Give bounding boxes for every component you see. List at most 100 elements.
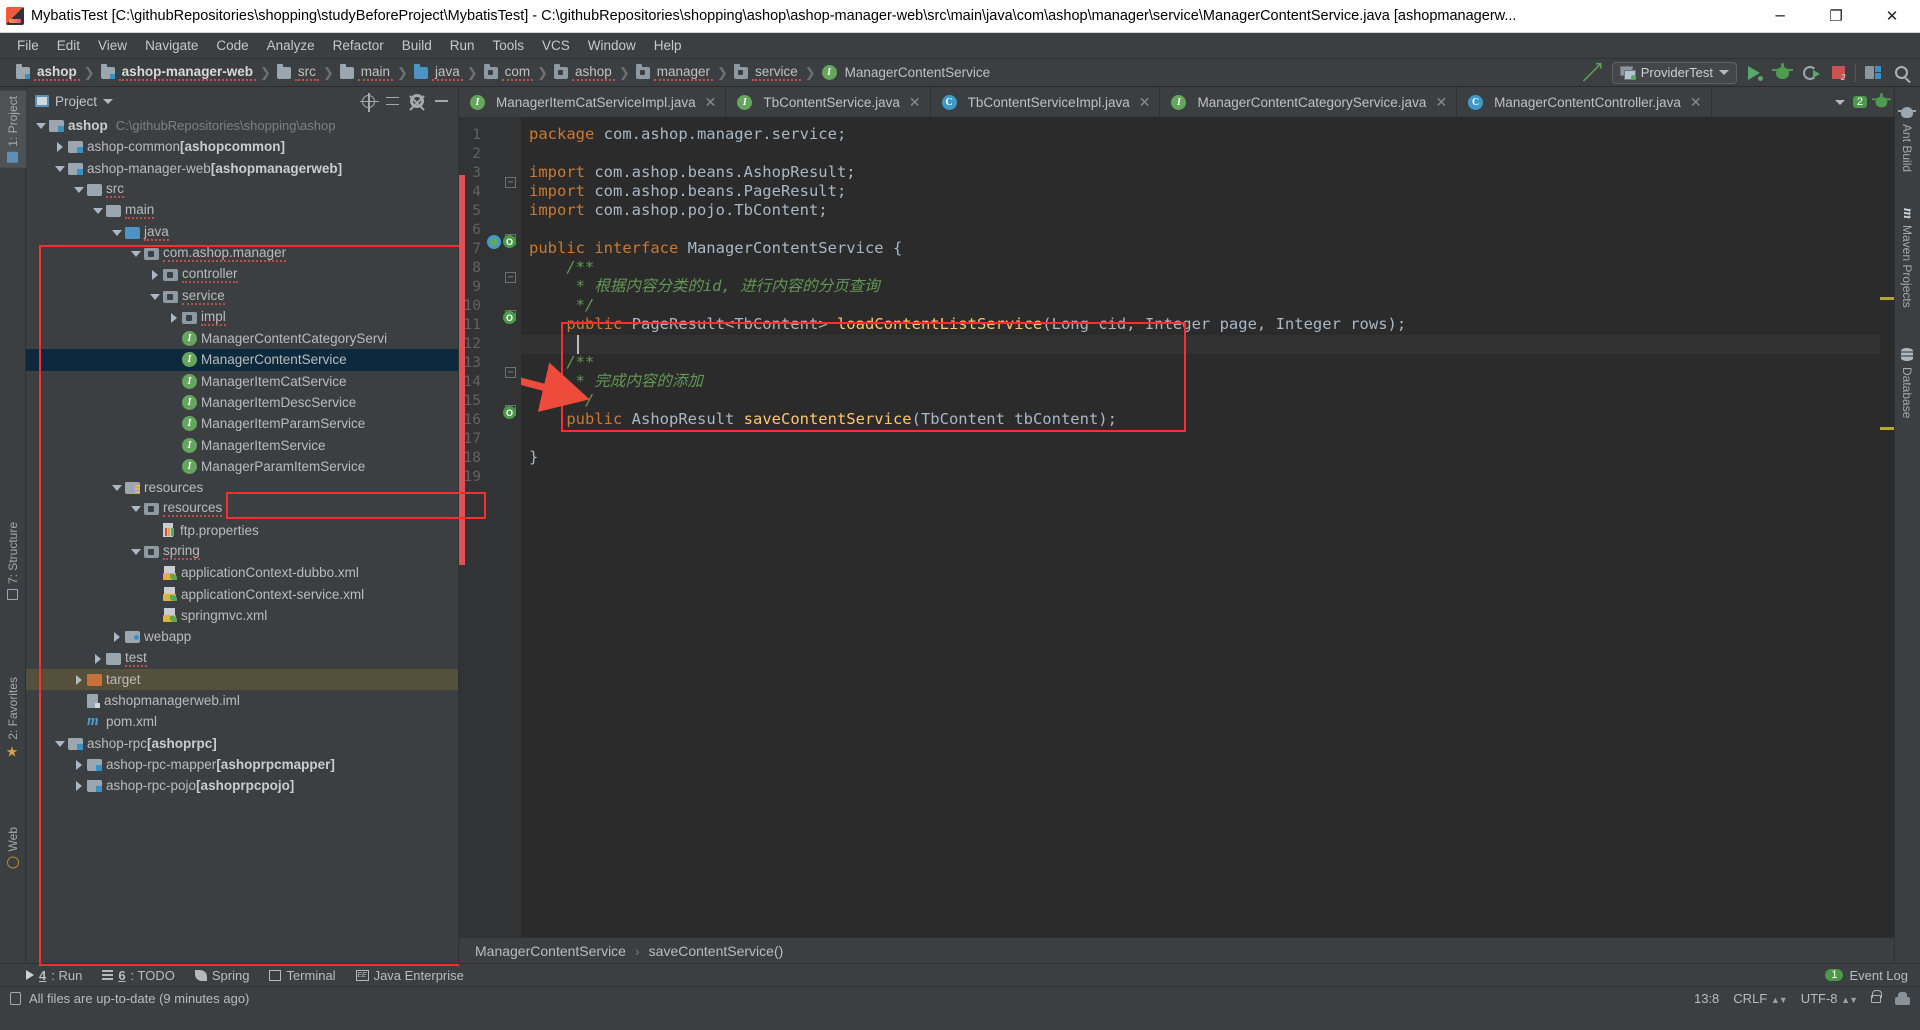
sidebar-item-maven-projects[interactable]: m Maven Projects <box>1894 202 1920 314</box>
tree-item[interactable]: I ManagerParamItemService <box>26 456 458 477</box>
sidebar-item-structure[interactable]: 7: Structure <box>0 517 26 605</box>
close-icon[interactable]: ✕ <box>1435 94 1447 111</box>
menu-file[interactable]: File <box>8 35 48 56</box>
close-icon[interactable]: ✕ <box>1690 94 1702 111</box>
project-structure-button[interactable] <box>1862 62 1884 84</box>
editor-tab-tbcontentservice[interactable]: I TbContentService.java ✕ <box>726 87 931 117</box>
editor-tab-managercontentcontroller[interactable]: C ManagerContentController.java ✕ <box>1457 87 1712 117</box>
breadcrumb-class[interactable]: ManagerContentService <box>475 943 626 959</box>
project-tree[interactable]: ashop C:\githubRepositories\shopping\asho… <box>26 115 458 963</box>
chevron-right-icon[interactable] <box>72 673 85 686</box>
run-button[interactable] <box>1743 62 1765 84</box>
fold-icon[interactable]: − <box>505 177 516 188</box>
line-separator-selector[interactable]: CRLF ▲▼ <box>1733 991 1787 1006</box>
menu-edit[interactable]: Edit <box>48 35 89 56</box>
tool-window-run[interactable]: 4: Run <box>26 968 82 983</box>
tree-item[interactable]: spring <box>26 541 458 562</box>
tree-item[interactable]: ashopmanagerweb.iml <box>26 690 458 711</box>
chevron-down-icon[interactable] <box>103 98 114 104</box>
minimize-button[interactable]: ─ <box>1752 0 1808 33</box>
sidebar-item-ant-build[interactable]: Ant Build <box>1894 101 1920 178</box>
tree-item[interactable]: ftp.properties <box>26 520 458 541</box>
debug-button[interactable] <box>1771 62 1793 84</box>
editor-gutter[interactable]: 12345678910111213141516171819 − − − − − … <box>459 117 521 937</box>
tree-item[interactable]: ashop-manager-web [ashopmanagerweb] <box>26 158 458 179</box>
breadcrumb-item-ashop-manager-web[interactable]: ashop-manager-web <box>97 63 258 81</box>
breadcrumb-item-managercontentservice[interactable]: I ManagerContentService <box>818 65 996 80</box>
chevron-down-icon[interactable] <box>110 226 123 239</box>
fold-icon[interactable]: − <box>505 367 516 378</box>
chevron-down-icon[interactable] <box>129 247 142 260</box>
chevron-right-icon[interactable] <box>110 630 123 643</box>
implemented-marker[interactable]: O <box>503 235 517 249</box>
chevron-down-icon[interactable] <box>1834 99 1845 105</box>
chevron-down-icon[interactable] <box>129 502 142 515</box>
chevron-right-icon[interactable] <box>72 758 85 771</box>
tool-window-todo[interactable]: 6: TODO <box>102 968 175 983</box>
editor-tab-tbcontentserviceimpl[interactable]: C TbContentServiceImpl.java ✕ <box>930 87 1161 117</box>
chevron-down-icon[interactable] <box>129 545 142 558</box>
maximize-button[interactable]: ❐ <box>1808 0 1864 33</box>
close-icon[interactable]: ✕ <box>909 94 921 111</box>
locate-icon[interactable] <box>360 92 379 112</box>
breadcrumb-item-ashop[interactable]: ashop <box>12 63 82 81</box>
sidebar-item-project[interactable]: 1: Project <box>0 91 26 168</box>
tree-item[interactable]: ashop-rpc-pojo [ashoprpcpojo] <box>26 775 458 796</box>
hide-icon[interactable] <box>435 100 448 102</box>
tool-window-spring[interactable]: Spring <box>194 968 249 983</box>
menu-build[interactable]: Build <box>393 35 441 56</box>
fold-icon[interactable]: − <box>505 272 516 283</box>
tree-item[interactable]: m pom.xml <box>26 711 458 732</box>
menu-code[interactable]: Code <box>207 35 257 56</box>
run-configuration-selector[interactable]: ProviderTest <box>1611 61 1737 84</box>
chevron-right-icon[interactable] <box>167 311 180 324</box>
encoding-selector[interactable]: UTF-8 ▲▼ <box>1801 991 1858 1006</box>
tree-item[interactable]: ashop-rpc-mapper [ashoprpcmapper] <box>26 754 458 775</box>
close-button[interactable]: ✕ <box>1864 0 1920 33</box>
tree-item[interactable]: resources <box>26 498 458 519</box>
chevron-down-icon[interactable] <box>34 119 47 132</box>
tree-item[interactable]: webapp <box>26 626 458 647</box>
editor-tab-manageritemcatserviceimpl[interactable]: I ManagerItemCatServiceImpl.java ✕ <box>459 87 727 117</box>
tree-item[interactable]: main <box>26 200 458 221</box>
subclass-marker-icon[interactable] <box>487 235 501 249</box>
chevron-down-icon[interactable] <box>91 204 104 217</box>
tree-item[interactable]: ashop-rpc [ashoprpc] <box>26 733 458 754</box>
sidebar-item-web[interactable]: Web <box>0 822 26 873</box>
menu-help[interactable]: Help <box>645 35 691 56</box>
stop-button[interactable] <box>1827 62 1849 84</box>
tree-item[interactable]: controller <box>26 264 458 285</box>
inspection-hector-icon[interactable] <box>1895 992 1910 1005</box>
event-log-button[interactable]: 1 Event Log <box>1825 968 1920 983</box>
gear-icon[interactable] <box>410 94 424 108</box>
tree-item[interactable]: springmvc.xml <box>26 605 458 626</box>
tree-item[interactable]: I ManagerItemCatService <box>26 371 458 392</box>
breadcrumb-item-main[interactable]: main <box>336 63 395 81</box>
unlocked-icon[interactable] <box>1871 989 1882 1003</box>
chevron-down-icon[interactable] <box>148 290 161 303</box>
run-with-coverage-button[interactable] <box>1799 62 1821 84</box>
breadcrumb-method[interactable]: saveContentService() <box>649 943 784 959</box>
close-icon[interactable]: ✕ <box>705 94 717 111</box>
tree-item[interactable]: I ManagerItemDescService <box>26 392 458 413</box>
chevron-down-icon[interactable] <box>53 162 66 175</box>
tree-item[interactable]: I ManagerItemService <box>26 434 458 455</box>
implemented-marker[interactable]: O <box>503 311 517 325</box>
chevron-right-icon[interactable] <box>148 268 161 281</box>
sidebar-item-database[interactable]: Database <box>1894 342 1920 424</box>
search-everywhere-icon[interactable] <box>1890 62 1912 84</box>
menu-vcs[interactable]: VCS <box>533 35 579 56</box>
tool-window-java-enterprise[interactable]: EE Java Enterprise <box>355 968 464 983</box>
editor-tabs-overflow[interactable]: 2 <box>1829 87 1894 117</box>
code-editor[interactable]: package com.ashop.manager.service; import… <box>521 117 1880 937</box>
menu-tools[interactable]: Tools <box>484 35 534 56</box>
breadcrumb-item-ashop[interactable]: ashop <box>550 63 617 81</box>
chevron-right-icon[interactable] <box>91 652 104 665</box>
update-project-icon[interactable]: ⟶ <box>1575 55 1609 89</box>
breadcrumb-item-service[interactable]: service <box>730 63 803 81</box>
menu-analyze[interactable]: Analyze <box>258 35 324 56</box>
caret-position[interactable]: 13:8 <box>1694 991 1719 1006</box>
tree-item[interactable]: applicationContext-dubbo.xml <box>26 562 458 583</box>
tree-item[interactable]: test <box>26 647 458 668</box>
menu-navigate[interactable]: Navigate <box>136 35 207 56</box>
